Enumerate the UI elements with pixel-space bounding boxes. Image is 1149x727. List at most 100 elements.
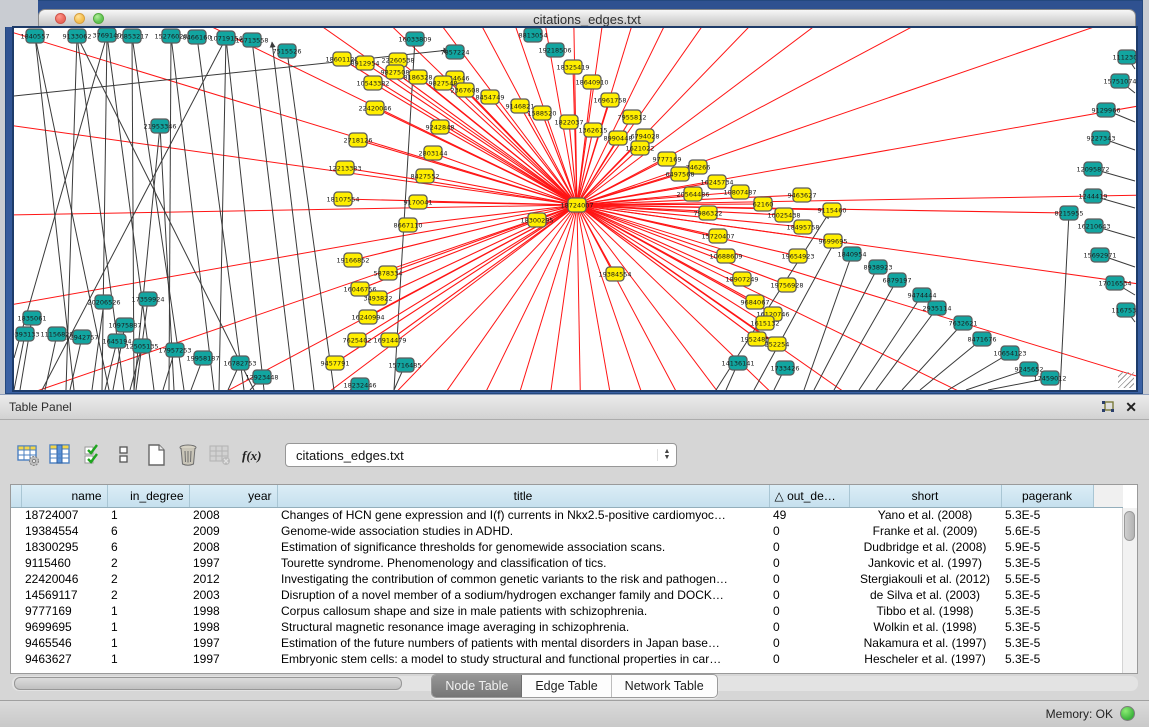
table-cell[interactable]: de Silva et al. (2003): [849, 587, 1001, 603]
table-cell[interactable]: Hescheler et al. (1997): [849, 651, 1001, 667]
resize-grip-icon[interactable]: [1118, 372, 1134, 388]
network-node[interactable]: 12095872: [1076, 162, 1109, 176]
table-cell[interactable]: 14569117: [21, 587, 107, 603]
table-cell[interactable]: 22420046: [21, 571, 107, 587]
network-node[interactable]: 8938923: [864, 260, 893, 274]
network-node[interactable]: 10543382: [356, 76, 389, 90]
column-header[interactable]: △ out_de…: [769, 485, 849, 507]
network-node[interactable]: 19218506: [538, 43, 571, 57]
table-cell[interactable]: 5.3E-5: [1001, 651, 1093, 667]
table-cell[interactable]: 5.3E-5: [1001, 635, 1093, 651]
network-node[interactable]: 9170041: [404, 195, 433, 209]
close-panel-icon[interactable]: ✕: [1125, 399, 1137, 415]
table-cell[interactable]: 1: [107, 651, 189, 667]
table-cell[interactable]: 5.3E-5: [1001, 507, 1093, 523]
table-row[interactable]: 2242004622012Investigating the contribut…: [11, 571, 1123, 587]
table-cell[interactable]: 0: [769, 619, 849, 635]
network-node[interactable]: 1733426: [771, 361, 800, 375]
network-node[interactable]: 252254: [765, 337, 790, 351]
network-node[interactable]: 14136141: [721, 356, 754, 370]
network-node[interactable]: 16782753: [223, 356, 256, 370]
network-node[interactable]: 10688609: [709, 249, 742, 263]
table-cell[interactable]: 2: [107, 555, 189, 571]
network-node[interactable]: 9133062: [63, 29, 92, 43]
table-cell[interactable]: 5.3E-5: [1001, 619, 1093, 635]
table-cell[interactable]: 5.5E-5: [1001, 571, 1093, 587]
tab-edge-table[interactable]: Edge Table: [522, 675, 611, 697]
table-cell[interactable]: Tourette syndrome. Phenomenology and cla…: [277, 555, 769, 571]
table-cell[interactable]: Stergiakouli et al. (2012): [849, 571, 1001, 587]
table-cell[interactable]: 0: [769, 555, 849, 571]
table-row[interactable]: 946362711997Embryonic stem cells: a mode…: [11, 651, 1123, 667]
network-node[interactable]: 16033809: [398, 32, 431, 46]
table-cell[interactable]: 1: [107, 635, 189, 651]
network-canvas[interactable]: 1860112889129542226053898275088186328175…: [12, 26, 1138, 392]
network-node[interactable]: 1840954: [838, 247, 867, 261]
table-select-dropdown[interactable]: citations_edges.txt ▲▼: [285, 443, 677, 467]
table-cell[interactable]: 0: [769, 539, 849, 555]
table-cell[interactable]: 1: [107, 619, 189, 635]
table-cell[interactable]: Changes of HCN gene expression and I(f) …: [277, 507, 769, 523]
network-node[interactable]: 18107554: [326, 192, 359, 206]
network-node[interactable]: 17359924: [131, 292, 164, 306]
table-cell[interactable]: 0: [769, 587, 849, 603]
network-node[interactable]: 8667110: [394, 218, 423, 232]
table-cell[interactable]: 9463627: [21, 651, 107, 667]
network-node[interactable]: 8215955: [1055, 206, 1084, 220]
network-node[interactable]: 18640910: [575, 75, 608, 89]
network-node[interactable]: 9129966: [1092, 103, 1121, 117]
network-node[interactable]: 9457791: [321, 356, 350, 370]
table-row[interactable]: 1456911722003Disruption of a novel membe…: [11, 587, 1123, 603]
network-node[interactable]: 1835061: [18, 311, 47, 325]
table-cell[interactable]: Wolkin et al. (1998): [849, 619, 1001, 635]
table-row[interactable]: 911546021997Tourette syndrome. Phenomeno…: [11, 555, 1123, 571]
table-cell[interactable]: 6: [107, 539, 189, 555]
table-row[interactable]: 1938455462009Genome-wide association stu…: [11, 523, 1123, 539]
network-node[interactable]: 7632621: [949, 316, 978, 330]
network-node[interactable]: 6879197: [883, 273, 912, 287]
table-cell[interactable]: 1997: [189, 651, 277, 667]
network-node[interactable]: 9242848: [426, 120, 455, 134]
network-node[interactable]: 19654923: [781, 249, 814, 263]
network-node[interactable]: 8471676: [968, 332, 997, 346]
network-node[interactable]: 62160: [753, 197, 774, 211]
table-cell[interactable]: Estimation of the future numbers of pati…: [277, 635, 769, 651]
table-cell[interactable]: Disruption of a novel member of a sodium…: [277, 587, 769, 603]
table-cell[interactable]: Structural magnetic resonance image aver…: [277, 619, 769, 635]
network-node[interactable]: 7625402: [343, 333, 372, 347]
table-cell[interactable]: 0: [769, 603, 849, 619]
table-cell[interactable]: 1: [107, 603, 189, 619]
column-edit-icon[interactable]: [48, 442, 72, 468]
table-cell[interactable]: 1998: [189, 619, 277, 635]
network-node[interactable]: 1244419: [1079, 189, 1108, 203]
table-cell[interactable]: 5.6E-5: [1001, 523, 1093, 539]
network-node[interactable]: 8454749: [476, 90, 505, 104]
table-cell[interactable]: 2012: [189, 571, 277, 587]
float-panel-icon[interactable]: [1101, 400, 1115, 414]
table-cell[interactable]: 5.9E-5: [1001, 539, 1093, 555]
table-cell[interactable]: 9699695: [21, 619, 107, 635]
table-cell[interactable]: 0: [769, 635, 849, 651]
network-node[interactable]: 20206526: [87, 295, 120, 309]
table-cell[interactable]: 1997: [189, 555, 277, 571]
table-cell[interactable]: 49: [769, 507, 849, 523]
column-header[interactable]: in_degree: [107, 485, 189, 507]
column-header[interactable]: name: [21, 485, 107, 507]
table-cell[interactable]: 2008: [189, 507, 277, 523]
network-node[interactable]: 9115460: [818, 203, 847, 217]
table-cell[interactable]: 9777169: [21, 603, 107, 619]
node-table[interactable]: namein_degreeyeartitle△ out_de…shortpage…: [10, 484, 1138, 674]
table-row[interactable]: 977716911998Corpus callosum shape and si…: [11, 603, 1123, 619]
network-node[interactable]: 7515526: [273, 44, 302, 58]
network-node[interactable]: 8990448: [604, 131, 633, 145]
table-cell[interactable]: Franke et al. (2009): [849, 523, 1001, 539]
table-cell[interactable]: 0: [769, 523, 849, 539]
table-cell[interactable]: Corpus callosum shape and size in male p…: [277, 603, 769, 619]
network-node[interactable]: 9463627: [788, 188, 817, 202]
network-node[interactable]: 22420046: [358, 101, 391, 115]
function-builder-icon[interactable]: f(x): [240, 442, 264, 468]
network-node[interactable]: 2935114: [923, 301, 952, 315]
table-cell[interactable]: 1997: [189, 635, 277, 651]
network-node[interactable]: 18232446: [343, 378, 376, 390]
column-header[interactable]: short: [849, 485, 1001, 507]
